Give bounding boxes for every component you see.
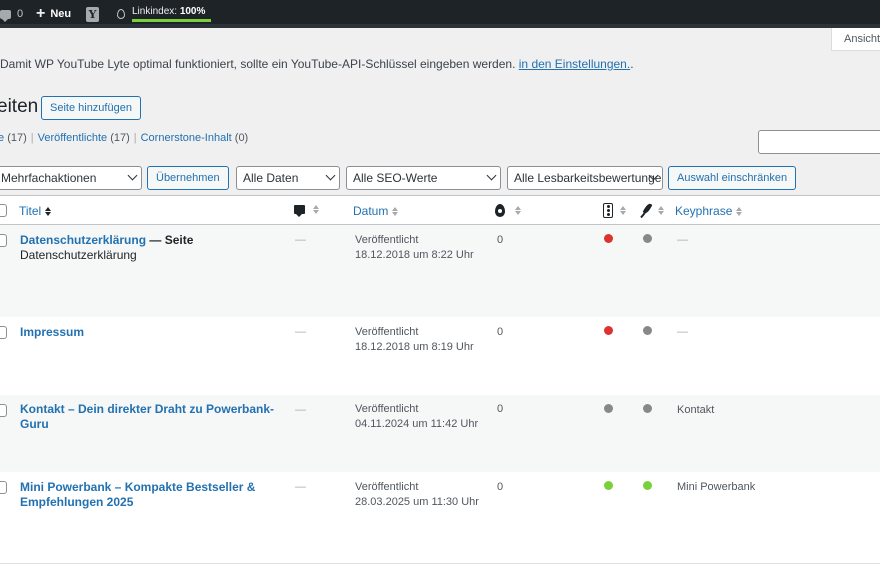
row-checkbox[interactable]	[0, 234, 7, 247]
seo-score-dot	[604, 234, 613, 243]
column-seo-score[interactable]	[603, 203, 626, 218]
yoast-icon: Y	[86, 6, 99, 22]
table-row: Impressum — Veröffentlicht 18.12.2018 um…	[0, 317, 880, 395]
column-comments[interactable]	[294, 205, 319, 217]
row-title-link[interactable]: Datenschutzerklärung	[20, 233, 146, 247]
row-title-link[interactable]: Impressum	[20, 325, 84, 339]
admin-bar-comments[interactable]: 0	[0, 0, 23, 28]
admin-bar-linkindex[interactable]: Linkindex: 100%	[117, 0, 211, 28]
row-date: 28.03.2025 um 11:30 Uhr	[355, 496, 479, 508]
row-keyphrase: Kontakt	[677, 404, 715, 416]
readability-score-dot	[643, 404, 652, 413]
admin-bar-new[interactable]: + Neu	[36, 0, 71, 28]
search-input[interactable]	[758, 130, 880, 154]
row-date: 18.12.2018 um 8:22 Uhr	[355, 249, 474, 261]
sort-icon	[658, 205, 664, 215]
pages-table: Titel Datum Keyphrase Datenschutzerkläru…	[0, 195, 880, 566]
column-readability[interactable]	[641, 203, 664, 217]
linkindex-text: Linkindex: 100%	[132, 6, 206, 17]
sort-icon	[392, 206, 399, 216]
linkindex-drop-icon	[117, 9, 125, 19]
sort-icon	[736, 206, 743, 216]
view-cornerstone[interactable]: Cornerstone-Inhalt (0)	[141, 132, 249, 144]
screen-options-tab[interactable]: Ansicht	[831, 28, 880, 51]
apply-button[interactable]: Übernehmen	[147, 166, 229, 190]
table-header: Titel Datum Keyphrase	[0, 196, 880, 225]
chevron-down-icon	[127, 170, 138, 181]
settings-link[interactable]: in den Einstellungen.	[519, 57, 630, 71]
bulk-actions-select[interactable]: Mehrfachaktionen	[0, 166, 142, 190]
row-subline: Datenschutzerklärung	[20, 248, 137, 262]
row-checkbox[interactable]	[0, 326, 7, 339]
linkindex-progress-bar	[132, 19, 211, 22]
comment-icon	[0, 9, 11, 22]
row-links: 0	[497, 481, 504, 493]
linkindex-drop-icon	[495, 204, 505, 217]
new-label: Neu	[50, 8, 72, 20]
row-date: 04.11.2024 um 11:42 Uhr	[355, 418, 479, 430]
column-keyphrase[interactable]: Keyphrase	[675, 204, 743, 218]
dates-filter-select[interactable]: Alle Daten	[236, 166, 340, 190]
chevron-down-icon	[486, 170, 497, 181]
sort-icon	[515, 206, 521, 215]
table-row: Kontakt – Dein direkter Draht zu Powerba…	[0, 395, 880, 472]
comment-icon	[294, 205, 305, 217]
row-title-link-continued[interactable]: Empfehlungen 2025	[20, 495, 133, 509]
row-keyphrase: —	[677, 326, 688, 338]
readability-filter-select[interactable]: Alle Lesbarkeitsbewertungen	[507, 166, 663, 190]
row-links: 0	[497, 234, 504, 246]
sort-icon	[313, 205, 319, 214]
row-keyphrase: Mini Powerbank	[677, 481, 756, 493]
row-status: Veröffentlicht	[355, 403, 419, 415]
readability-score-dot	[643, 481, 652, 490]
row-title-link[interactable]: Mini Powerbank – Kompakte Bestseller &	[20, 480, 255, 494]
table-bottom-border	[0, 563, 880, 564]
column-internal-links[interactable]	[495, 204, 521, 217]
select-all-checkbox[interactable]	[0, 204, 7, 217]
page-title: eiten	[0, 96, 39, 117]
row-comments: —	[295, 481, 306, 493]
linkindex-value: 100%	[179, 6, 206, 17]
row-keyphrase: —	[677, 234, 688, 246]
row-checkbox[interactable]	[0, 404, 7, 417]
comments-count: 0	[17, 8, 24, 20]
admin-bar: 0 + Neu Y Linkindex: 100%	[0, 0, 880, 28]
view-filters: e (17) | Veröffentlichte (17) | Cornerstone-…	[0, 132, 249, 144]
feather-icon	[641, 203, 653, 217]
column-date[interactable]: Datum	[353, 204, 399, 218]
sort-icon	[45, 206, 52, 216]
row-links: 0	[497, 326, 504, 338]
traffic-light-icon	[603, 203, 613, 218]
filter-button[interactable]: Auswahl einschränken	[668, 166, 797, 190]
api-key-notice: Damit WP YouTube Lyte optimal funktionie…	[0, 57, 634, 71]
view-published[interactable]: Veröffentlichte (17)	[38, 132, 130, 144]
row-status: Veröffentlicht	[355, 326, 419, 338]
column-title[interactable]: Titel	[19, 204, 52, 218]
add-page-button[interactable]: Seite hinzufügen	[41, 96, 141, 120]
row-status: Veröffentlicht	[355, 481, 419, 493]
admin-bar-yoast[interactable]: Y	[86, 0, 99, 28]
row-checkbox[interactable]	[0, 481, 7, 494]
plus-icon: +	[36, 5, 46, 22]
readability-score-dot	[643, 234, 652, 243]
row-comments: —	[295, 404, 306, 416]
row-status: Veröffentlicht	[355, 234, 419, 246]
row-title-suffix: — Seite	[146, 233, 194, 247]
table-row: Datenschutzerklärung — Seite Datenschutz…	[0, 225, 880, 317]
table-row: Mini Powerbank – Kompakte Bestseller & E…	[0, 472, 880, 563]
chevron-down-icon	[325, 170, 336, 181]
view-all[interactable]: e (17)	[0, 132, 27, 144]
seo-score-dot	[604, 404, 613, 413]
readability-score-dot	[643, 326, 652, 335]
row-links: 0	[497, 403, 504, 415]
seo-score-dot	[604, 326, 613, 335]
sort-icon	[620, 206, 626, 215]
row-comments: —	[295, 234, 306, 246]
row-date: 18.12.2018 um 8:19 Uhr	[355, 341, 474, 353]
seo-score-dot	[604, 481, 613, 490]
seo-filter-select[interactable]: Alle SEO-Werte	[346, 166, 501, 190]
row-comments: —	[295, 326, 306, 338]
row-title-link[interactable]: Kontakt – Dein direkter Draht zu Powerba…	[20, 402, 274, 431]
